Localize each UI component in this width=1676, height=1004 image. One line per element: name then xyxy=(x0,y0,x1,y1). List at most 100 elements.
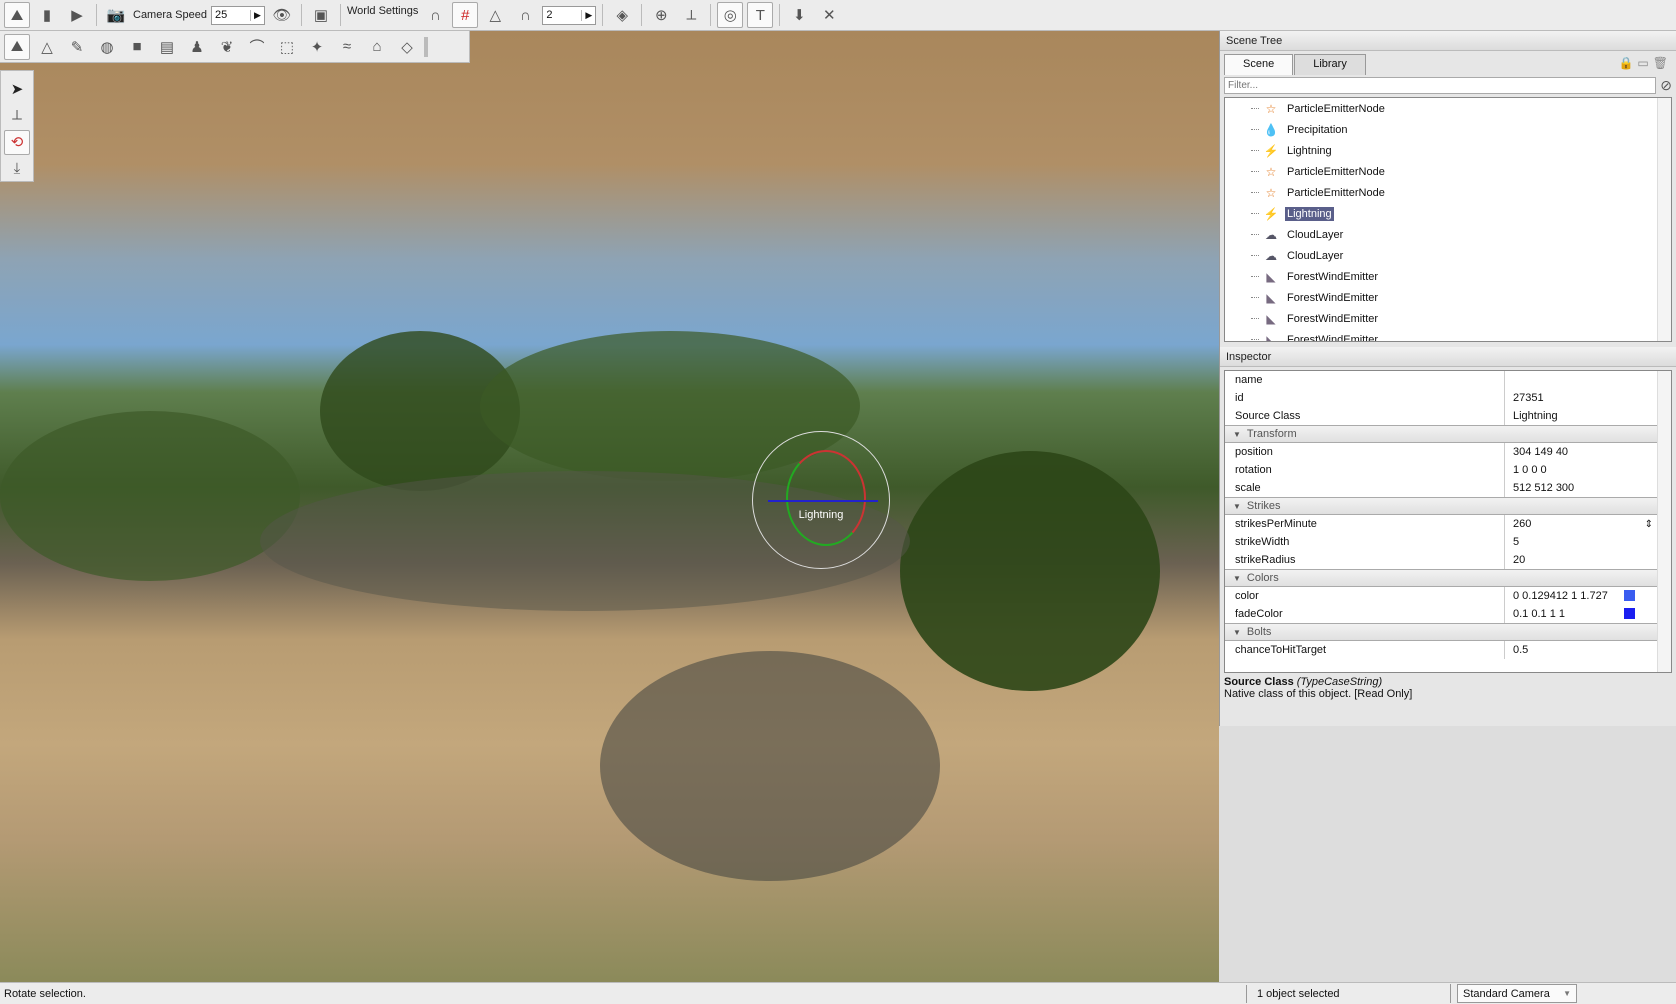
shape-editor-icon[interactable]: ◇ xyxy=(394,34,420,60)
road-editor-icon[interactable]: ⌒ xyxy=(244,34,270,60)
world-settings-button[interactable]: World Settings xyxy=(347,5,418,17)
grid-size-input[interactable]: 2 ▶ xyxy=(542,5,597,25)
tree-item[interactable]: ◣ ForestWindEmitter xyxy=(1225,308,1671,329)
camera-icon[interactable]: 📷 xyxy=(103,2,129,28)
property-name: strikesPerMinute xyxy=(1225,515,1505,533)
tree-item[interactable]: ☆ ParticleEmitterNode xyxy=(1225,98,1671,119)
terrain-snap-icon[interactable]: △ xyxy=(482,2,508,28)
star-icon: ☆ xyxy=(1265,164,1277,179)
magnet-icon[interactable]: ∩ xyxy=(512,2,538,28)
rotate-icon[interactable]: ⟲ xyxy=(4,130,30,155)
snap-settings-icon[interactable]: ∩ xyxy=(422,2,448,28)
tree-item[interactable]: ◣ ForestWindEmitter xyxy=(1225,329,1671,342)
property-value[interactable]: 260 xyxy=(1505,515,1657,533)
screenshot-icon[interactable]: ▣ xyxy=(308,2,334,28)
scene-tree-scrollbar[interactable] xyxy=(1657,98,1671,341)
tree-item[interactable]: ⚡ Lightning xyxy=(1225,140,1671,161)
3d-viewport[interactable]: Lightning xyxy=(0,31,1219,982)
camera-mode-select[interactable]: Standard Camera ▼ xyxy=(1457,984,1577,1003)
inspector-scrollbar[interactable] xyxy=(1657,371,1671,672)
expand-arrow-icon[interactable]: ▼ xyxy=(1233,574,1241,583)
tab-library[interactable]: Library xyxy=(1294,54,1366,75)
object-text-icon[interactable]: T xyxy=(747,2,774,28)
spinner-icon[interactable]: ⇕ xyxy=(1645,519,1653,530)
bat-icon[interactable]: ✕ xyxy=(816,2,842,28)
inspector-group-bolts[interactable]: ▼ Bolts xyxy=(1225,623,1657,641)
move-icon[interactable]: ⟂ xyxy=(4,104,30,129)
color-swatch[interactable] xyxy=(1624,590,1635,601)
tree-item[interactable]: ◣ ForestWindEmitter xyxy=(1225,266,1671,287)
rotate-gizmo[interactable]: Lightning xyxy=(752,431,890,569)
play-icon[interactable]: ▶ xyxy=(64,2,90,28)
toolbar-collapse-handle[interactable] xyxy=(424,36,428,57)
object-icons-icon[interactable]: ◎ xyxy=(717,2,744,28)
inspector-title: Inspector xyxy=(1220,347,1676,367)
property-value[interactable]: 512 512 300 xyxy=(1505,479,1657,497)
property-value[interactable]: 0.5 xyxy=(1505,641,1657,659)
object-editor-icon[interactable]: ⛰ xyxy=(4,33,30,60)
tab-scene[interactable]: Scene xyxy=(1224,54,1294,75)
inspector-grid: name id 27351 Source Class Lightning ▼ Transfo… xyxy=(1224,370,1672,673)
expand-arrow-icon[interactable]: ▼ xyxy=(1233,628,1241,637)
scale-icon[interactable]: ⤓ xyxy=(4,157,30,182)
property-value[interactable]: 1 0 0 0 xyxy=(1505,461,1657,479)
inspector-row: strikesPerMinute 260 ⇕ xyxy=(1225,515,1657,533)
material-editor-icon[interactable]: ◍ xyxy=(94,34,120,60)
tree-item[interactable]: ⚡ Lightning xyxy=(1225,203,1671,224)
trash-icon[interactable]: 🗑 xyxy=(1653,56,1668,70)
chevron-right-icon[interactable]: ▶ xyxy=(250,9,264,21)
inspector-group-strikes[interactable]: ▼ Strikes xyxy=(1225,497,1657,515)
tree-item[interactable]: ☁ CloudLayer xyxy=(1225,245,1671,266)
layout-icon[interactable]: ▮ xyxy=(34,2,60,28)
chevron-right-icon[interactable]: ▶ xyxy=(581,9,595,21)
visibility-icon[interactable]: 👁 xyxy=(269,2,295,28)
river-editor-icon[interactable]: ≈ xyxy=(334,34,360,60)
expand-arrow-icon[interactable]: ▼ xyxy=(1233,430,1241,439)
navmesh-editor-icon[interactable]: ⌂ xyxy=(364,34,390,60)
help-text: Native class of this object. [Read Only] xyxy=(1224,688,1413,700)
folder-icon[interactable]: ▭ xyxy=(1637,56,1648,70)
inspector-row: Source Class Lightning xyxy=(1225,407,1657,425)
tree-item[interactable]: 💧 Precipitation xyxy=(1225,119,1671,140)
datablock-editor-icon[interactable]: ▤ xyxy=(154,34,180,60)
wind-emitter-icon: ◣ xyxy=(1266,332,1276,342)
camera-speed-value[interactable]: 25 xyxy=(212,9,250,21)
property-name: name xyxy=(1225,371,1505,389)
property-value[interactable]: 304 149 40 xyxy=(1505,443,1657,461)
property-value[interactable]: 5 xyxy=(1505,533,1657,551)
inspector-group-transform[interactable]: ▼ Transform xyxy=(1225,425,1657,443)
camera-speed-input[interactable]: 25 ▶ xyxy=(211,5,265,25)
grid-snap-icon[interactable]: # xyxy=(452,2,479,28)
tree-item[interactable]: ◣ ForestWindEmitter xyxy=(1225,287,1671,308)
property-value[interactable]: 20 xyxy=(1505,551,1657,569)
world-editor-icon[interactable]: ⛰ xyxy=(4,2,30,28)
particle-editor-icon[interactable]: ♟ xyxy=(184,34,210,60)
tree-item[interactable]: ☆ ParticleEmitterNode xyxy=(1225,161,1671,182)
select-arrow-icon[interactable]: ➤ xyxy=(4,77,30,102)
lock-icon[interactable]: 🔒 xyxy=(1618,56,1633,70)
sketch-tool-icon[interactable]: ■ xyxy=(124,34,150,60)
expand-arrow-icon[interactable]: ▼ xyxy=(1233,502,1241,511)
terrain-painter-icon[interactable]: ✎ xyxy=(64,34,90,60)
grid-size-value[interactable]: 2 xyxy=(543,9,581,21)
drop-object-icon[interactable]: ⬇ xyxy=(786,2,812,28)
tree-item[interactable]: ☆ ParticleEmitterNode xyxy=(1225,182,1671,203)
property-value[interactable]: 27351 xyxy=(1505,389,1657,407)
tree-item[interactable]: ☁ CloudLayer xyxy=(1225,224,1671,245)
tree-item-label: Lightning xyxy=(1287,144,1332,157)
forest-editor-icon[interactable]: ❦ xyxy=(214,34,240,60)
object-center-icon[interactable]: ⊕ xyxy=(648,2,674,28)
world-transform-icon[interactable]: ⟂ xyxy=(678,2,704,28)
select-box-icon[interactable]: ◈ xyxy=(609,2,635,28)
wind-emitter-icon: ◣ xyxy=(1266,269,1276,284)
tree-item-label: ParticleEmitterNode xyxy=(1287,186,1385,199)
inspector-group-colors[interactable]: ▼ Colors xyxy=(1225,569,1657,587)
mesh-road-icon[interactable]: ✦ xyxy=(304,34,330,60)
property-value[interactable]: Lightning xyxy=(1505,407,1657,425)
property-name: strikeWidth xyxy=(1225,533,1505,551)
filter-input[interactable] xyxy=(1224,77,1657,94)
terrain-editor-icon[interactable]: △ xyxy=(34,34,60,60)
color-swatch[interactable] xyxy=(1624,608,1635,619)
decal-editor-icon[interactable]: ⬚ xyxy=(274,34,300,60)
clear-filter-icon[interactable]: ⊘ xyxy=(1660,77,1672,94)
